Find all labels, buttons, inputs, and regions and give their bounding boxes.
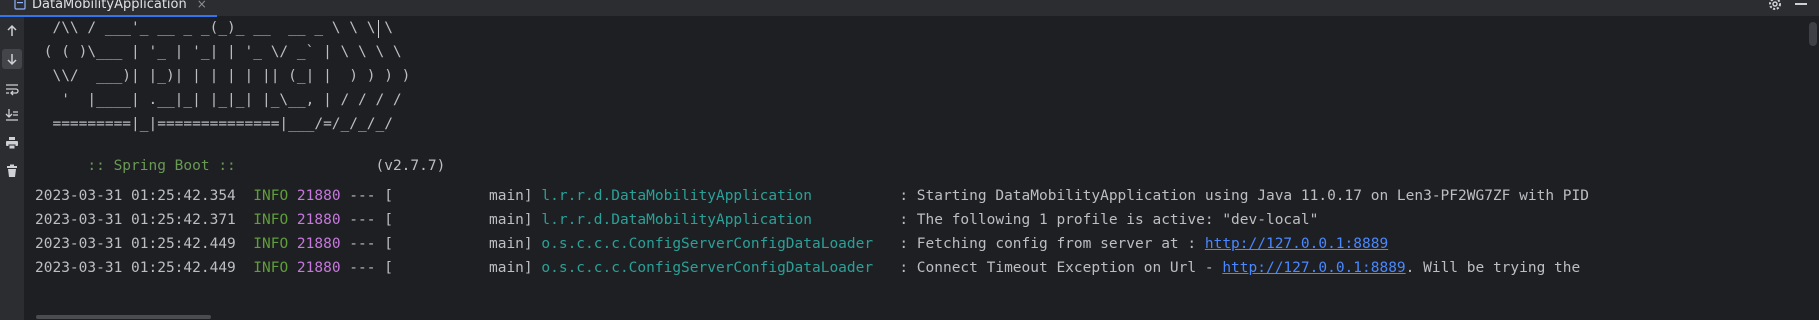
spring-boot-label: :: Spring Boot :: bbox=[69, 158, 236, 174]
log-line: 2023-03-31 01:25:42.371 INFO 21880 --- [… bbox=[35, 211, 1318, 229]
log-thread: main] bbox=[392, 212, 542, 228]
log-padding bbox=[873, 260, 899, 276]
scroll-up-button[interactable] bbox=[2, 21, 22, 41]
banner-line: /\\ / ___'_ __ _ _(_)_ __ __ _ \ \ \ \ bbox=[35, 20, 393, 36]
log-timestamp: 2023-03-31 01:25:42.449 bbox=[35, 236, 236, 252]
text-caret bbox=[378, 20, 379, 38]
log-level: INFO bbox=[253, 236, 289, 252]
vertical-scrollbar[interactable] bbox=[1805, 17, 1819, 320]
log-thread: main] bbox=[392, 188, 542, 204]
log-timestamp: 2023-03-31 01:25:42.449 bbox=[35, 260, 236, 276]
log-logger: l.r.r.d.DataMobilityApplication bbox=[541, 188, 812, 204]
log-level: INFO bbox=[253, 260, 289, 276]
log-separator: --- [ bbox=[340, 212, 393, 228]
log-line: 2023-03-31 01:25:42.449 INFO 21880 --- [… bbox=[35, 259, 1580, 277]
banner-line: =========|_|==============|___/=/_/_/_/ bbox=[35, 116, 393, 132]
log-timestamp: 2023-03-31 01:25:42.354 bbox=[35, 188, 236, 204]
log-pid: 21880 bbox=[296, 188, 341, 204]
tab-data-mobility-application[interactable]: DataMobilityApplication × bbox=[0, 0, 217, 17]
log-thread: main] bbox=[392, 260, 542, 276]
run-config-icon bbox=[14, 0, 26, 10]
arrow-up-icon bbox=[7, 24, 17, 36]
soft-wrap-icon bbox=[6, 84, 19, 96]
log-level: INFO bbox=[253, 188, 289, 204]
config-server-link[interactable]: http://127.0.0.1:8889 bbox=[1222, 260, 1405, 276]
console-output[interactable]: /\\ / ___'_ __ _ _(_)_ __ __ _ \ \ \ \ (… bbox=[25, 17, 1819, 320]
log-timestamp: 2023-03-31 01:25:42.371 bbox=[35, 212, 236, 228]
console-toolbar bbox=[0, 17, 25, 320]
log-message: : Fetching config from server at : bbox=[899, 236, 1205, 252]
log-separator: --- [ bbox=[340, 260, 393, 276]
scroll-to-end-icon bbox=[5, 109, 18, 121]
spring-boot-version-line: :: Spring Boot :: (v2.7.7) bbox=[35, 139, 445, 193]
config-server-link[interactable]: http://127.0.0.1:8889 bbox=[1205, 236, 1388, 252]
vertical-scrollbar-thumb[interactable] bbox=[1809, 22, 1817, 46]
print-icon bbox=[6, 137, 18, 150]
spring-boot-version: (v2.7.7) bbox=[375, 158, 446, 174]
horizontal-scrollbar-thumb[interactable] bbox=[36, 315, 211, 319]
log-message: : Connect Timeout Exception on Url - bbox=[899, 260, 1223, 276]
log-logger: l.r.r.d.DataMobilityApplication bbox=[541, 212, 812, 228]
log-pid: 21880 bbox=[296, 260, 341, 276]
log-line: 2023-03-31 01:25:42.354 INFO 21880 --- [… bbox=[35, 187, 1589, 205]
log-message-tail: . Will be trying the bbox=[1405, 260, 1581, 276]
trash-icon bbox=[7, 164, 17, 177]
soft-wrap-button[interactable] bbox=[2, 79, 22, 99]
log-padding bbox=[873, 236, 899, 252]
log-logger: o.s.c.c.c.ConfigServerConfigDataLoader bbox=[541, 236, 874, 252]
close-icon[interactable]: × bbox=[197, 0, 207, 11]
log-message: : Starting DataMobilityApplication using… bbox=[899, 188, 1589, 204]
gear-icon[interactable] bbox=[1767, 0, 1783, 12]
log-pid: 21880 bbox=[296, 236, 341, 252]
log-thread: main] bbox=[392, 236, 542, 252]
banner-line: ( ( )\___ | '_ | '_| | '_ \/ _` | \ \ \ … bbox=[35, 44, 402, 60]
log-separator: --- [ bbox=[340, 188, 393, 204]
scroll-down-button[interactable] bbox=[2, 49, 22, 69]
arrow-down-icon bbox=[7, 54, 17, 66]
log-line: 2023-03-31 01:25:42.449 INFO 21880 --- [… bbox=[35, 235, 1388, 253]
log-separator: --- [ bbox=[340, 236, 393, 252]
log-message: : The following 1 profile is active: "de… bbox=[899, 212, 1319, 228]
banner-line: ' |____| .__|_| |_|_| |_\__, | / / / / bbox=[35, 92, 402, 108]
log-logger: o.s.c.c.c.ConfigServerConfigDataLoader bbox=[541, 260, 874, 276]
run-tab-bar: DataMobilityApplication × bbox=[0, 0, 1819, 17]
log-padding bbox=[812, 212, 899, 228]
log-pid: 21880 bbox=[296, 212, 341, 228]
minimize-icon[interactable] bbox=[1795, 3, 1807, 5]
tab-title: DataMobilityApplication bbox=[32, 0, 187, 12]
banner-line: \\/ ___)| |_)| | | | | || (_| | ) ) ) ) bbox=[35, 68, 411, 84]
scroll-to-end-button[interactable] bbox=[2, 105, 22, 125]
log-padding bbox=[812, 188, 899, 204]
log-level: INFO bbox=[253, 212, 289, 228]
print-button[interactable] bbox=[2, 133, 22, 153]
clear-all-button[interactable] bbox=[2, 161, 22, 181]
